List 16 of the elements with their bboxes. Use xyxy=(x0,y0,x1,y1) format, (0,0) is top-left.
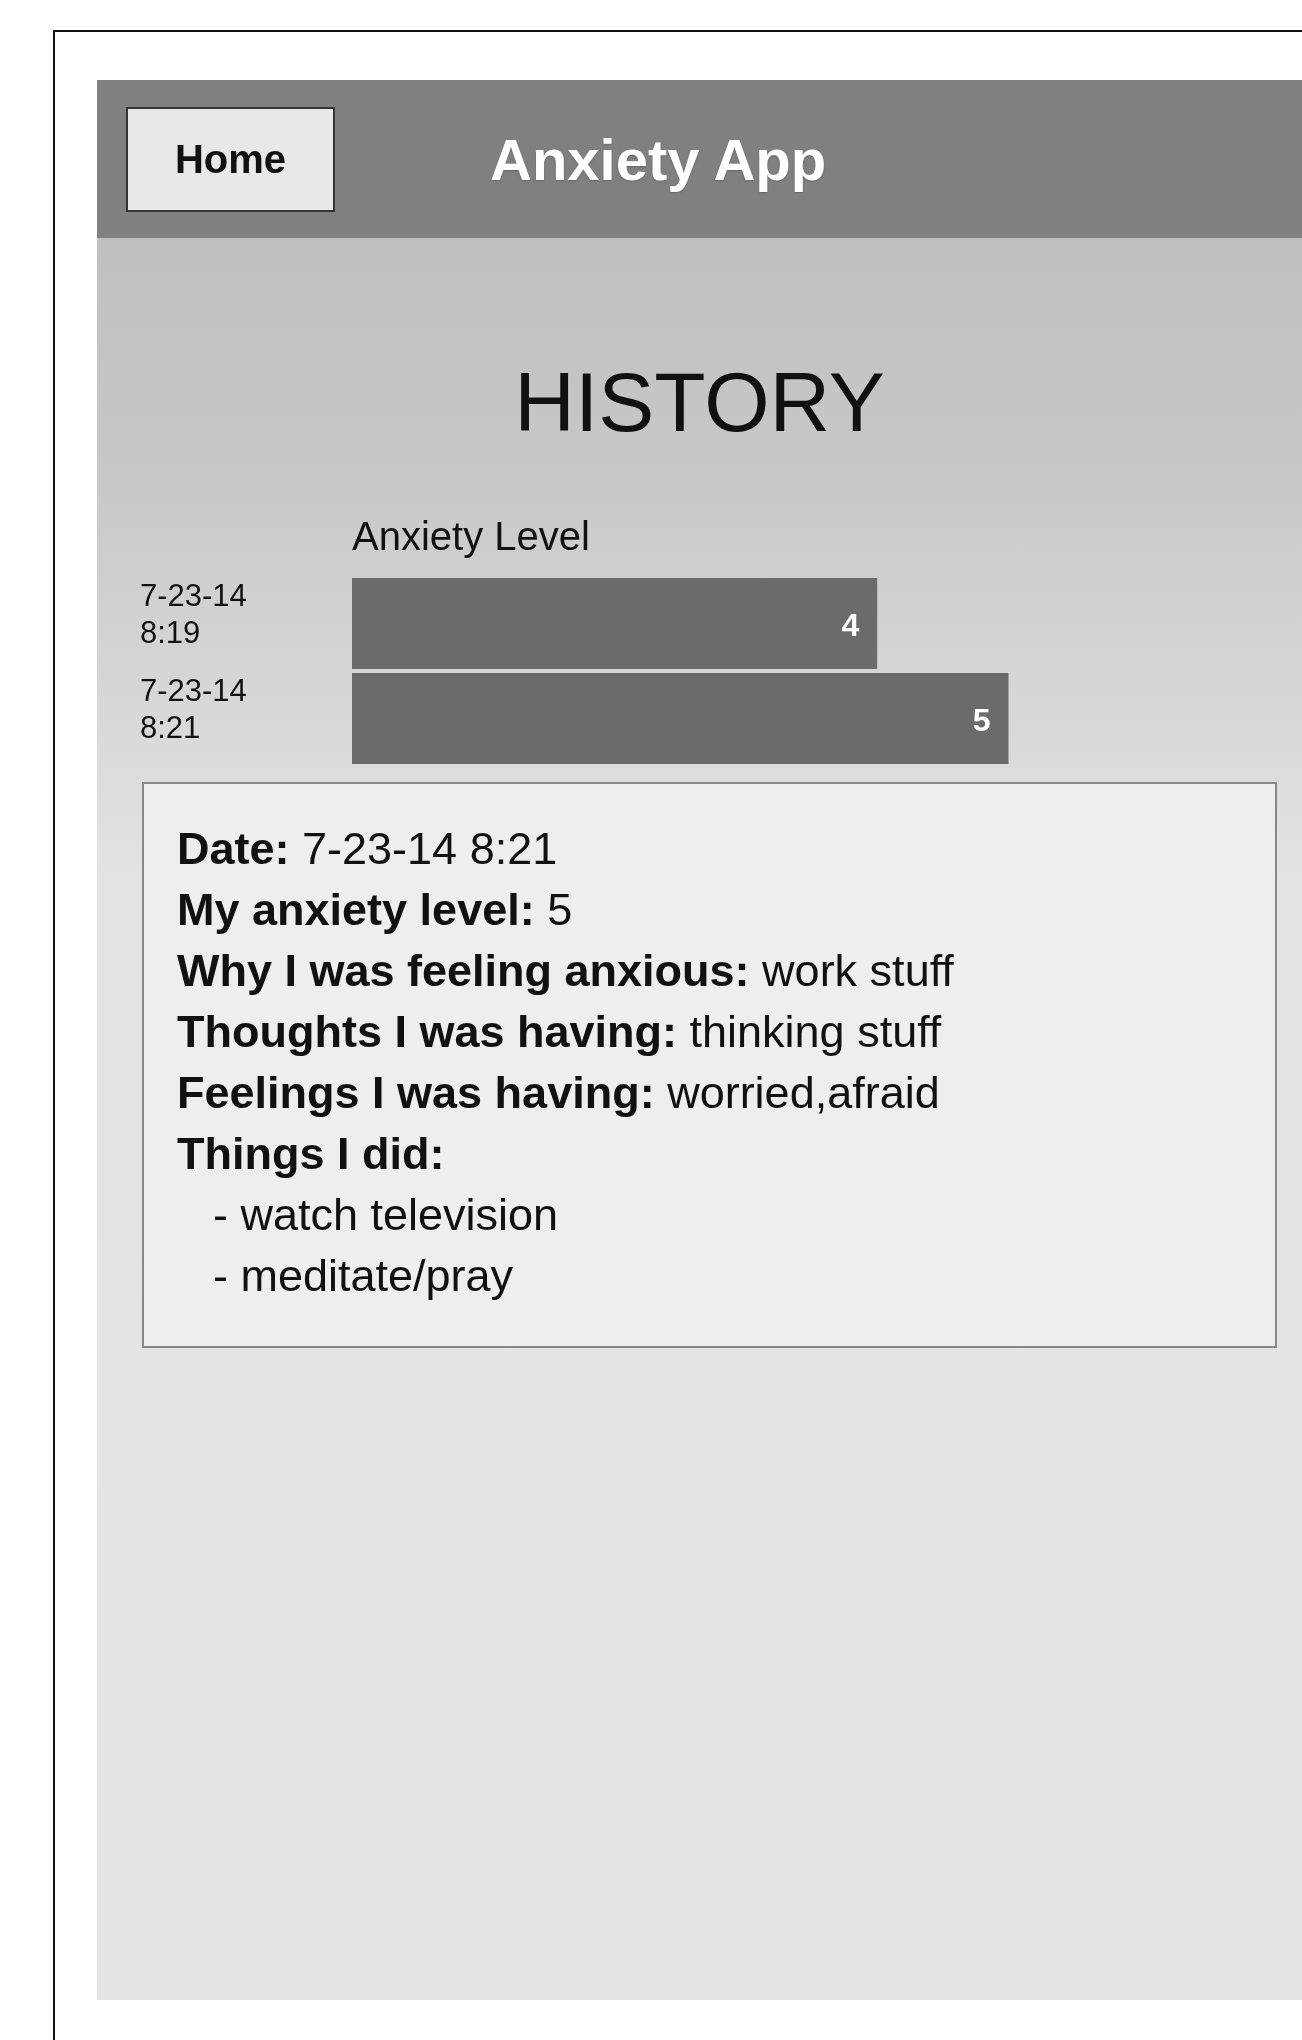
activity-item: - meditate/pray xyxy=(212,1249,515,1303)
things-label: Things I did: xyxy=(177,1127,446,1181)
category-label: 7-23-14 8:19 xyxy=(140,578,247,650)
app-title: Anxiety App xyxy=(490,125,827,194)
value-label: 4 xyxy=(841,606,860,643)
entry-line: Why I was feeling anxious: work stuff xyxy=(177,944,955,998)
value-label: 5 xyxy=(972,701,991,738)
entry-line: My anxiety level: 5 xyxy=(177,883,574,937)
category-label: 7-23-14 8:21 xyxy=(140,673,247,745)
page-title: HISTORY xyxy=(514,355,885,449)
entry-line: Date: 7-23-14 8:21 xyxy=(177,822,559,876)
home-button[interactable]: Home xyxy=(126,106,335,212)
entry-line: Thoughts I was having: thinking stuff xyxy=(177,1005,943,1059)
chart-title: Anxiety Level xyxy=(352,514,590,558)
entry-line: Feelings I was having: worried,afraid xyxy=(177,1066,941,1120)
activity-item: - watch television xyxy=(212,1188,560,1242)
